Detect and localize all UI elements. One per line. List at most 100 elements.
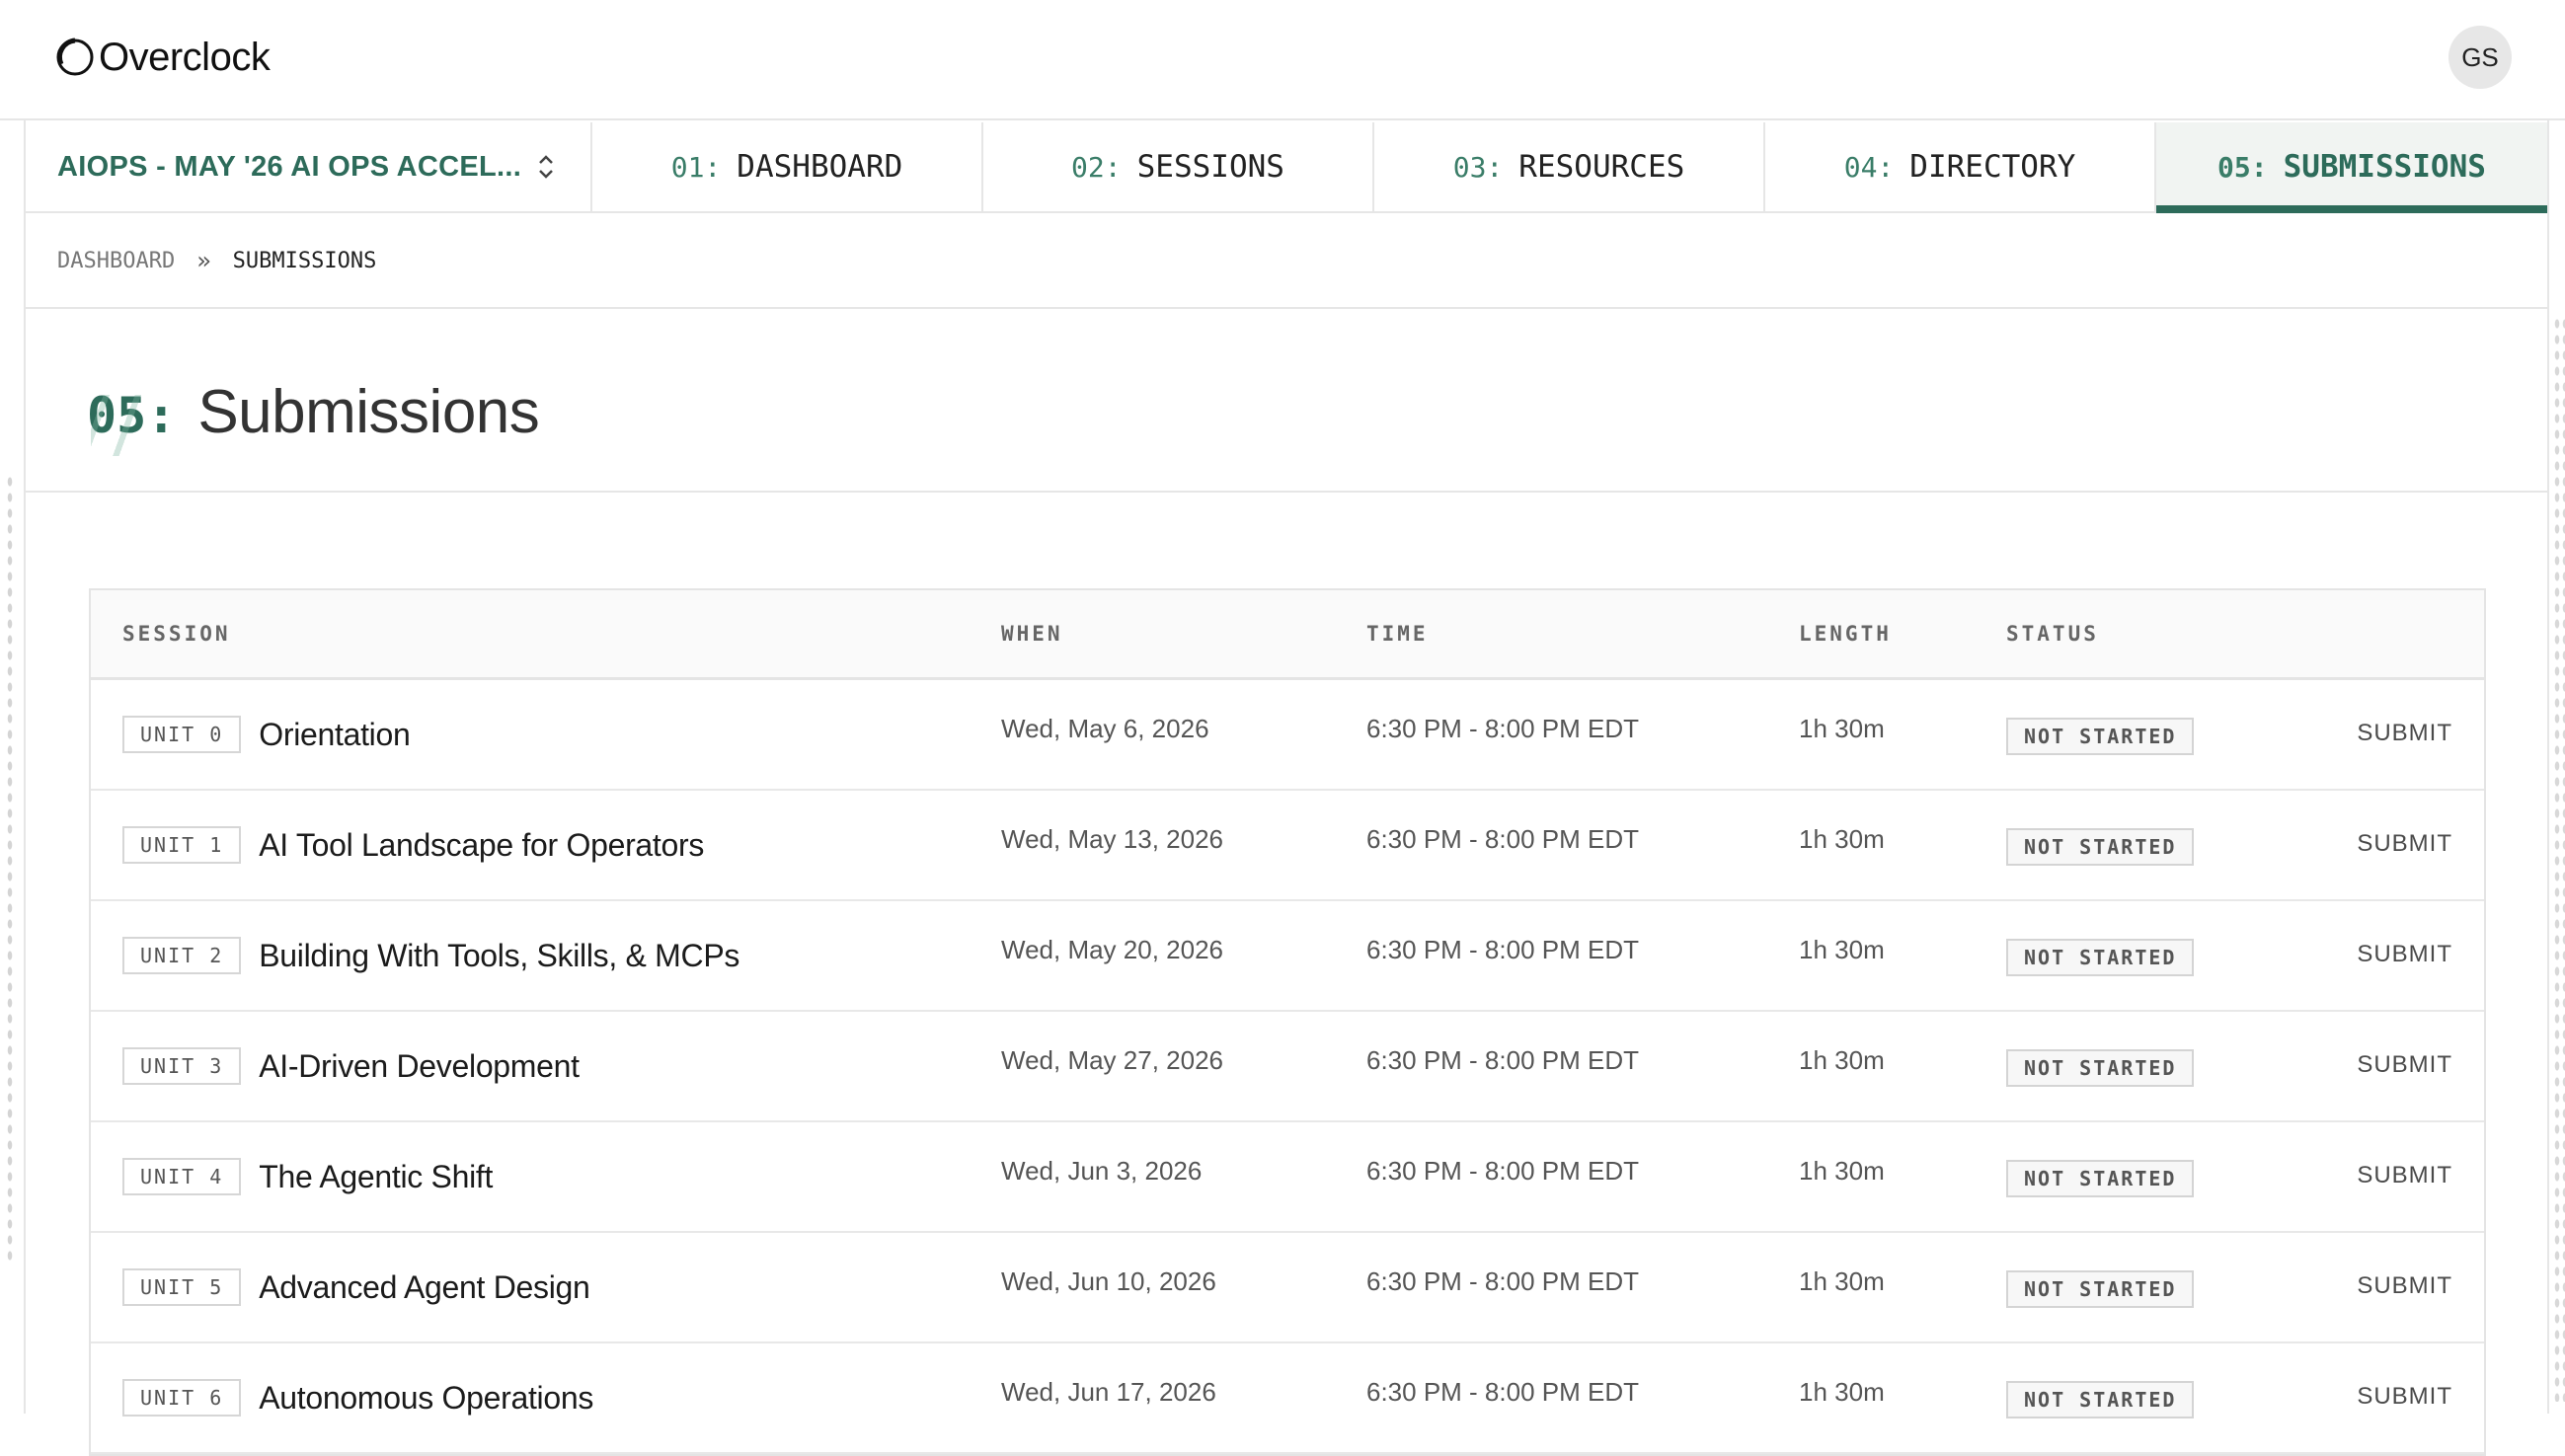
session-name: AI Tool Landscape for Operators xyxy=(259,826,705,863)
cohort-label: AIOPS - MAY '26 AI OPS ACCEL... xyxy=(57,150,522,183)
session-cell: UNIT 1 AI Tool Landscape for Operators xyxy=(122,826,704,864)
session-date: Wed, Jun 10, 2026 xyxy=(1001,1266,1216,1296)
session-date: Wed, Jun 17, 2026 xyxy=(1001,1377,1216,1407)
table-row: UNIT 3 AI-Driven Development Wed, May 27, … xyxy=(91,1012,2484,1122)
unit-badge: UNIT 4 xyxy=(122,1158,242,1195)
tab-dashboard[interactable]: 01: DASHBOARD xyxy=(592,122,983,211)
tab-label: SESSIONS xyxy=(1136,149,1284,185)
breadcrumb-home-link[interactable]: DASHBOARD xyxy=(57,249,175,273)
breadcrumb-current: SUBMISSIONS xyxy=(232,248,377,273)
double-chevron-right-icon: » xyxy=(196,247,211,274)
app-name: Overclock xyxy=(99,35,271,79)
session-length: 1h 30m xyxy=(1799,824,1885,854)
session-cell: UNIT 5 Advanced Agent Design xyxy=(122,1268,590,1306)
tab-number: 04: xyxy=(1843,150,1895,184)
header-when: WHEN xyxy=(1001,622,1063,646)
session-cell: UNIT 0 Orientation xyxy=(122,716,411,753)
session-name: Orientation xyxy=(259,716,411,752)
page-number: 05: xyxy=(87,387,177,456)
tab-number: 05: xyxy=(2217,150,2268,184)
header-time: TIME xyxy=(1366,622,1429,646)
session-name: Building With Tools, Skills, & MCPs xyxy=(259,937,740,973)
session-date: Wed, May 20, 2026 xyxy=(1001,935,1223,964)
session-name: Autonomous Operations xyxy=(259,1379,594,1416)
tab-number: 03: xyxy=(1452,150,1504,184)
breadcrumb: DASHBOARD » SUBMISSIONS xyxy=(57,247,376,274)
session-name: AI-Driven Development xyxy=(259,1047,580,1084)
session-length: 1h 30m xyxy=(1799,1045,1885,1075)
unit-badge: UNIT 1 xyxy=(122,826,242,864)
status-badge: NOT STARTED xyxy=(2006,1160,2195,1197)
submit-button[interactable]: SUBMIT xyxy=(2357,1162,2452,1189)
page-title-text: Submissions xyxy=(197,378,540,446)
tab-label: DIRECTORY xyxy=(1909,149,2076,185)
tab-label: RESOURCES xyxy=(1518,149,1685,185)
session-time: 6:30 PM - 8:00 PM EDT xyxy=(1366,935,1639,964)
session-length: 1h 30m xyxy=(1799,714,1885,743)
decorative-dots-right xyxy=(2553,316,2565,1402)
session-date: Wed, May 27, 2026 xyxy=(1001,1045,1223,1075)
session-date: Wed, May 13, 2026 xyxy=(1001,824,1223,854)
tab-sessions[interactable]: 02: SESSIONS xyxy=(983,122,1374,211)
table-row: UNIT 4 The Agentic Shift Wed, Jun 3, 2026 6… xyxy=(91,1122,2484,1233)
chevron-updown-icon xyxy=(539,155,553,179)
session-name: Advanced Agent Design xyxy=(259,1268,590,1305)
unit-badge: UNIT 6 xyxy=(122,1379,242,1417)
tab-number: 01: xyxy=(670,150,722,184)
status-badge: NOT STARTED xyxy=(2006,718,2195,755)
submissions-table: SESSION WHEN TIME LENGTH STATUS UNIT 0 Or… xyxy=(89,588,2486,1456)
session-date: Wed, Jun 3, 2026 xyxy=(1001,1156,1203,1186)
divider xyxy=(24,307,2549,309)
session-time: 6:30 PM - 8:00 PM EDT xyxy=(1366,1045,1639,1075)
submit-button[interactable]: SUBMIT xyxy=(2357,1272,2452,1300)
session-date: Wed, May 6, 2026 xyxy=(1001,714,1209,743)
submit-button[interactable]: SUBMIT xyxy=(2357,1051,2452,1079)
unit-badge: UNIT 2 xyxy=(122,937,242,974)
session-cell: UNIT 6 Autonomous Operations xyxy=(122,1379,593,1417)
status-badge: NOT STARTED xyxy=(2006,1270,2195,1308)
table-body: UNIT 0 Orientation Wed, May 6, 2026 6:30 PM… xyxy=(91,680,2484,1454)
session-length: 1h 30m xyxy=(1799,935,1885,964)
session-time: 6:30 PM - 8:00 PM EDT xyxy=(1366,1377,1639,1407)
app-logo[interactable]: Overclock xyxy=(55,34,271,81)
header-length: LENGTH xyxy=(1799,622,1892,646)
tab-label: SUBMISSIONS xyxy=(2283,149,2486,185)
unit-badge: UNIT 3 xyxy=(122,1047,242,1085)
cohort-selector[interactable]: AIOPS - MAY '26 AI OPS ACCEL... xyxy=(24,122,592,211)
status-badge: NOT STARTED xyxy=(2006,1381,2195,1418)
decorative-dots-left xyxy=(6,474,14,1264)
session-time: 6:30 PM - 8:00 PM EDT xyxy=(1366,1266,1639,1296)
header-session: SESSION xyxy=(122,622,231,646)
submit-button[interactable]: SUBMIT xyxy=(2357,720,2452,747)
table-row: UNIT 2 Building With Tools, Skills, & MCP… xyxy=(91,901,2484,1012)
tab-directory[interactable]: 04: DIRECTORY xyxy=(1765,122,2156,211)
tab-label: DASHBOARD xyxy=(737,149,903,185)
session-time: 6:30 PM - 8:00 PM EDT xyxy=(1366,1156,1639,1186)
table-row: UNIT 1 AI Tool Landscape for Operators Wed… xyxy=(91,791,2484,901)
submit-button[interactable]: SUBMIT xyxy=(2357,941,2452,968)
session-cell: UNIT 4 The Agentic Shift xyxy=(122,1158,493,1195)
header-status: STATUS xyxy=(2006,622,2099,646)
submit-button[interactable]: SUBMIT xyxy=(2357,830,2452,858)
session-name: The Agentic Shift xyxy=(259,1158,494,1194)
main-nav: AIOPS - MAY '26 AI OPS ACCEL... 01: DASH… xyxy=(24,122,2549,213)
session-cell: UNIT 2 Building With Tools, Skills, & MCP… xyxy=(122,937,739,974)
table-row: UNIT 5 Advanced Agent Design Wed, Jun 10, … xyxy=(91,1233,2484,1343)
page-title: 05: Submissions xyxy=(87,377,540,456)
session-time: 6:30 PM - 8:00 PM EDT xyxy=(1366,714,1639,743)
divider xyxy=(24,491,2549,493)
table-row: UNIT 0 Orientation Wed, May 6, 2026 6:30 PM… xyxy=(91,680,2484,791)
status-badge: NOT STARTED xyxy=(2006,828,2195,866)
session-time: 6:30 PM - 8:00 PM EDT xyxy=(1366,824,1639,854)
unit-badge: UNIT 5 xyxy=(122,1268,242,1306)
tab-submissions[interactable]: 05: SUBMISSIONS xyxy=(2156,122,2547,213)
session-length: 1h 30m xyxy=(1799,1377,1885,1407)
user-avatar[interactable]: GS xyxy=(2448,26,2512,89)
session-length: 1h 30m xyxy=(1799,1156,1885,1186)
tab-resources[interactable]: 03: RESOURCES xyxy=(1374,122,1765,211)
session-cell: UNIT 3 AI-Driven Development xyxy=(122,1047,580,1085)
submit-button[interactable]: SUBMIT xyxy=(2357,1383,2452,1411)
status-badge: NOT STARTED xyxy=(2006,939,2195,976)
overclock-logo-icon xyxy=(56,38,94,76)
table-header: SESSION WHEN TIME LENGTH STATUS xyxy=(91,590,2484,680)
